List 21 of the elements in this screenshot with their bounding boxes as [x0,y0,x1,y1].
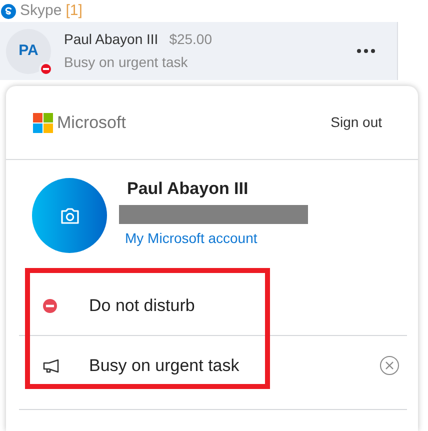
do-not-disturb-icon [43,299,57,313]
microsoft-logo-icon [33,112,53,132]
avatar: PA [6,28,51,74]
status-item[interactable]: Do not disturb [19,277,407,336]
contact-row[interactable]: PA Paul Abayon III $25.00 Busy on urgent task [0,22,398,80]
sign-out-link[interactable]: Sign out [330,112,382,133]
camera-icon [60,206,80,224]
account-link[interactable]: My Microsoft account [125,228,308,250]
status-label: Do not disturb [89,295,195,318]
contact-name: Paul Abayon III [64,30,158,49]
clear-status-button[interactable] [380,356,399,375]
skype-logo-icon [1,4,16,18]
close-icon [385,361,394,370]
brand-name: Microsoft [57,112,126,134]
status-item[interactable]: Busy on urgent task [19,336,407,395]
notification-count: [1] [66,0,82,21]
account-name: Paul Abayon III [127,178,250,200]
app-title: Skype [20,0,62,21]
status-label: Busy on urgent task [89,354,240,377]
credit-balance: $25.00 [169,30,212,49]
mood-message: Busy on urgent task [64,53,189,72]
